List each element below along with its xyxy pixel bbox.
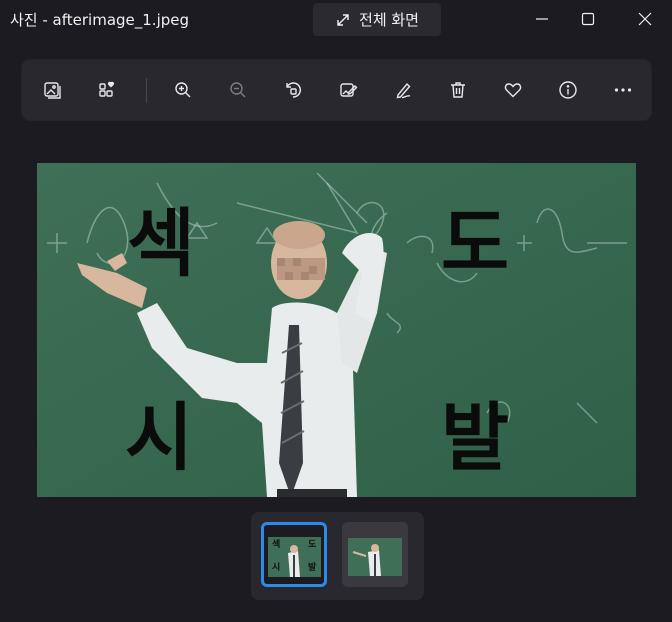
close-button[interactable] bbox=[634, 8, 656, 30]
thumbnail-next[interactable] bbox=[342, 522, 408, 587]
view-all-photos-button[interactable] bbox=[39, 77, 65, 103]
maximize-button[interactable] bbox=[577, 8, 599, 30]
zoom-out-icon bbox=[230, 82, 246, 98]
favorite-button[interactable] bbox=[500, 77, 526, 103]
fullscreen-button[interactable]: 전체 화면 bbox=[313, 3, 441, 36]
rotate-icon bbox=[286, 82, 301, 98]
zoom-in-icon bbox=[175, 82, 191, 98]
edit-image-icon bbox=[340, 83, 358, 97]
rotate-button[interactable] bbox=[280, 77, 306, 103]
caption-bottom-right: 발 bbox=[441, 395, 510, 481]
more-options-icon bbox=[614, 88, 632, 92]
fullscreen-label: 전체 화면 bbox=[359, 11, 419, 29]
zoom-in-button[interactable] bbox=[170, 77, 196, 103]
add-to-album-button[interactable] bbox=[94, 77, 120, 103]
draw-icon bbox=[396, 82, 411, 99]
delete-icon bbox=[451, 82, 465, 98]
toolbar-divider bbox=[146, 78, 147, 103]
thumbnail-image-2 bbox=[348, 538, 402, 576]
draw-button[interactable] bbox=[390, 77, 416, 103]
info-button[interactable] bbox=[555, 77, 581, 103]
thumb-caption-1: 섹 bbox=[272, 540, 281, 550]
window-title: 사진 - afterimage_1.jpeg bbox=[10, 11, 190, 29]
edit-image-button[interactable] bbox=[335, 77, 361, 103]
thumbnail-image: 섹 도 시 발 bbox=[268, 537, 321, 577]
thumb-caption-4: 발 bbox=[308, 563, 317, 573]
thumbnail-photo-2 bbox=[348, 538, 402, 576]
filmstrip: 섹 도 시 발 bbox=[251, 512, 424, 600]
favorite-icon bbox=[504, 83, 522, 98]
caption-top-left: 섹 bbox=[127, 201, 196, 287]
thumbnail-selected[interactable]: 섹 도 시 발 bbox=[261, 522, 327, 587]
photo-viewer[interactable]: 섹 도 시 발 bbox=[37, 163, 636, 497]
expand-icon bbox=[337, 13, 349, 26]
thumb-caption-2: 도 bbox=[308, 540, 317, 550]
more-options-button[interactable] bbox=[610, 77, 636, 103]
minimize-icon bbox=[536, 18, 548, 20]
maximize-icon bbox=[581, 12, 595, 26]
minimize-button[interactable] bbox=[531, 8, 553, 30]
title-bar: 사진 - afterimage_1.jpeg 전체 화면 bbox=[0, 0, 672, 38]
view-all-photos-icon bbox=[44, 82, 61, 99]
caption-bottom-left: 시 bbox=[125, 395, 194, 481]
delete-button[interactable] bbox=[445, 77, 471, 103]
image-toolbar bbox=[22, 60, 651, 120]
info-icon bbox=[559, 81, 577, 99]
close-icon bbox=[638, 12, 652, 26]
caption-top-right: 도 bbox=[441, 201, 510, 287]
thumb-caption-3: 시 bbox=[272, 563, 281, 573]
zoom-out-button[interactable] bbox=[225, 77, 251, 103]
add-to-album-icon bbox=[99, 81, 115, 97]
